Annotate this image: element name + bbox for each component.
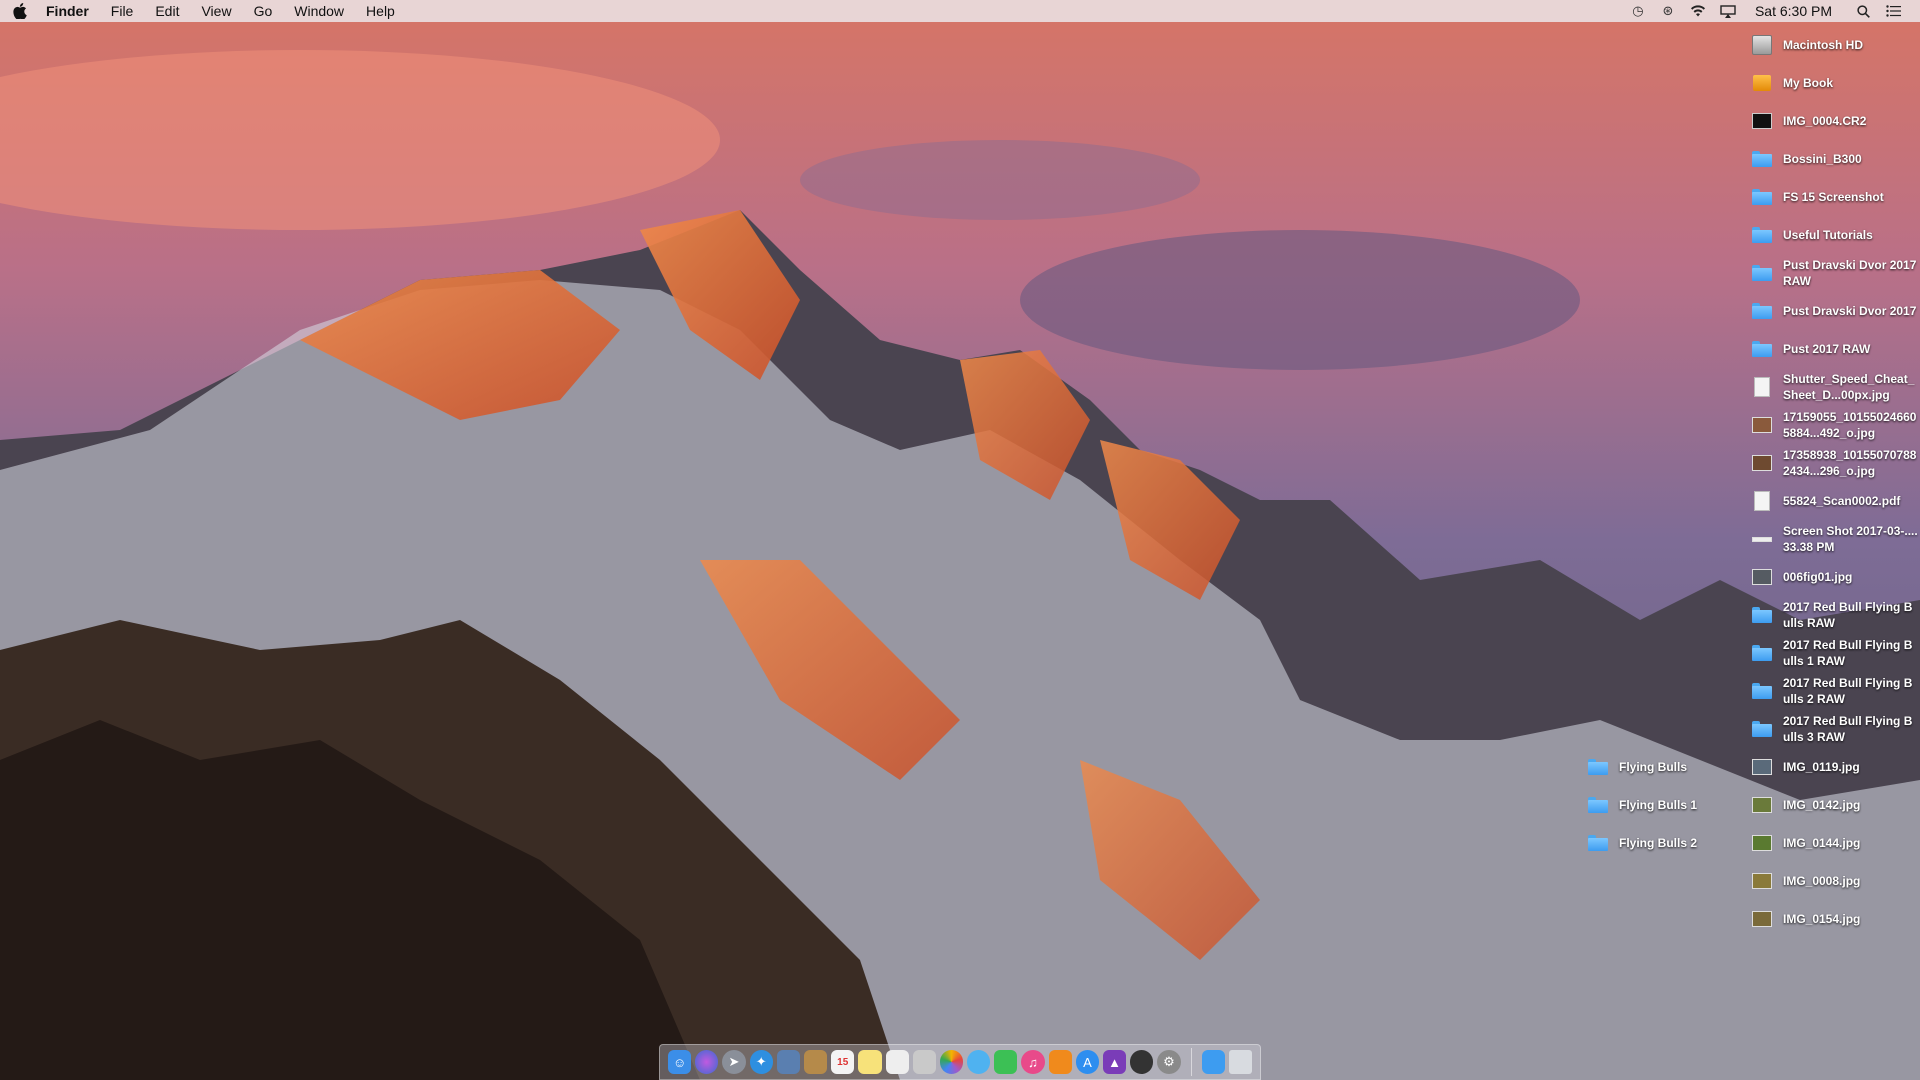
- stickies-icon[interactable]: [858, 1050, 882, 1074]
- folder-icon: [1588, 832, 1608, 854]
- trash-icon[interactable]: [1228, 1050, 1252, 1074]
- desktop-file-img-0008[interactable]: IMG_0008.jpg: [1752, 863, 1920, 899]
- folder-icon: [1752, 718, 1772, 740]
- notification-center-icon[interactable]: [1878, 0, 1908, 22]
- desktop-icons-right-column: Macintosh HD My Book IMG_0004.CR2 Bossin…: [1752, 27, 1920, 933]
- desktop[interactable]: [0, 0, 1920, 1080]
- menu-app-name[interactable]: Finder: [40, 0, 100, 22]
- image-thumbnail-icon: [1752, 566, 1772, 588]
- desktop-folder-flying-bulls-1-raw[interactable]: 2017 Red Bull Flying Bulls 1 RAW: [1752, 635, 1920, 671]
- itunes-icon[interactable]: ♫: [1021, 1050, 1045, 1074]
- siri-icon[interactable]: [695, 1050, 719, 1074]
- desktop-file-img-0142[interactable]: IMG_0142.jpg: [1752, 787, 1920, 823]
- desktop-folder-pust-2017-raw[interactable]: Pust 2017 RAW: [1752, 331, 1920, 367]
- ibooks-icon[interactable]: [1048, 1050, 1072, 1074]
- app-store-icon[interactable]: A: [1075, 1050, 1099, 1074]
- menubar-clock[interactable]: Sat 6:30 PM: [1743, 3, 1848, 19]
- menu-window[interactable]: Window: [283, 0, 355, 22]
- folder-icon: [1752, 300, 1772, 322]
- bluetooth-icon[interactable]: ⊛: [1653, 0, 1683, 22]
- folder-icon: [1752, 148, 1772, 170]
- folder-icon: [1752, 604, 1772, 626]
- desktop-folder-flying-bulls-3-raw[interactable]: 2017 Red Bull Flying Bulls 3 RAW: [1752, 711, 1920, 747]
- folder-icon: [1752, 642, 1772, 664]
- menu-file[interactable]: File: [100, 0, 145, 22]
- airplay-icon[interactable]: [1713, 0, 1743, 22]
- desktop-icons-left-column: Flying Bulls Flying Bulls 1 Flying Bulls…: [1588, 749, 1748, 861]
- dock: ☺ ➤ ✦ 15 ♫ A ▲ ⚙: [659, 1044, 1261, 1080]
- desktop-file-img-0144[interactable]: IMG_0144.jpg: [1752, 825, 1920, 861]
- hard-drive-icon: [1752, 34, 1772, 56]
- mountain-wallpaper: [0, 0, 1920, 1080]
- folder-icon: [1588, 794, 1608, 816]
- image-thumbnail-icon: [1752, 870, 1772, 892]
- desktop-folder-flying-bulls-raw[interactable]: 2017 Red Bull Flying Bulls RAW: [1752, 597, 1920, 633]
- desktop-file-shutter-speed-sheet[interactable]: Shutter_Speed_Cheat_Sheet_D...00px.jpg: [1752, 369, 1920, 405]
- desktop-folder-flying-bulls-2[interactable]: Flying Bulls 2: [1588, 825, 1758, 861]
- desktop-folder-pust-dravski[interactable]: Pust Dravski Dvor 2017: [1752, 293, 1920, 329]
- launchpad-icon[interactable]: ➤: [722, 1050, 746, 1074]
- folder-icon: [1752, 680, 1772, 702]
- desktop-icon-macintosh-hd[interactable]: Macintosh HD: [1752, 27, 1920, 63]
- menu-help[interactable]: Help: [355, 0, 406, 22]
- desktop-file-55824-scan[interactable]: 55824_Scan0002.pdf: [1752, 483, 1920, 519]
- folder-icon: [1752, 338, 1772, 360]
- safari-icon[interactable]: ✦: [749, 1050, 773, 1074]
- screenshot-file-icon: [1752, 528, 1772, 550]
- desktop-file-img-0119[interactable]: IMG_0119.jpg: [1752, 749, 1920, 785]
- apple-menu-icon[interactable]: [0, 0, 40, 22]
- downloads-folder-icon[interactable]: [1201, 1050, 1225, 1074]
- menu-go[interactable]: Go: [243, 0, 284, 22]
- desktop-folder-flying-bulls-1[interactable]: Flying Bulls 1: [1588, 787, 1758, 823]
- folder-icon: [1752, 224, 1772, 246]
- facetime-icon[interactable]: [994, 1050, 1018, 1074]
- desktop-folder-flying-bulls-2-raw[interactable]: 2017 Red Bull Flying Bulls 2 RAW: [1752, 673, 1920, 709]
- time-machine-icon[interactable]: ◷: [1623, 0, 1653, 22]
- menu-view[interactable]: View: [190, 0, 242, 22]
- folder-icon: [1752, 262, 1772, 284]
- menu-edit[interactable]: Edit: [144, 0, 190, 22]
- notes-folder-icon[interactable]: [803, 1050, 828, 1074]
- folder-icon: [1752, 186, 1772, 208]
- system-preferences-icon[interactable]: ⚙: [1157, 1050, 1181, 1074]
- camera-app-icon[interactable]: [1130, 1050, 1154, 1074]
- external-drive-icon: [1752, 72, 1772, 94]
- image-thumbnail-icon: [1752, 908, 1772, 930]
- desktop-file-006fig01[interactable]: 006fig01.jpg: [1752, 559, 1920, 595]
- photos-preview-icon[interactable]: [912, 1050, 936, 1074]
- finder-icon[interactable]: ☺: [668, 1050, 692, 1074]
- desktop-folder-flying-bulls[interactable]: Flying Bulls: [1588, 749, 1758, 785]
- desktop-folder-fs15-screenshot[interactable]: FS 15 Screenshot: [1752, 179, 1920, 215]
- menu-bar: Finder File Edit View Go Window Help ◷ ⊛…: [0, 0, 1920, 22]
- reminders-icon[interactable]: [885, 1050, 909, 1074]
- desktop-folder-bossini[interactable]: Bossini_B300: [1752, 141, 1920, 177]
- wifi-icon[interactable]: [1683, 0, 1713, 22]
- raw-image-icon: [1752, 110, 1772, 132]
- preview-icon[interactable]: [776, 1050, 800, 1074]
- spotlight-search-icon[interactable]: [1848, 0, 1878, 22]
- image-file-icon: [1752, 376, 1772, 398]
- pdf-document-icon: [1752, 490, 1772, 512]
- image-thumbnail-icon: [1752, 414, 1772, 436]
- desktop-file-img-0154[interactable]: IMG_0154.jpg: [1752, 901, 1920, 937]
- affinity-photo-icon[interactable]: ▲: [1103, 1050, 1127, 1074]
- desktop-file-screen-shot[interactable]: Screen Shot 2017-03-....33.38 PM: [1752, 521, 1920, 557]
- desktop-folder-useful-tutorials[interactable]: Useful Tutorials: [1752, 217, 1920, 253]
- desktop-folder-pust-dravski-raw[interactable]: Pust Dravski Dvor 2017 RAW: [1752, 255, 1920, 291]
- desktop-icon-my-book[interactable]: My Book: [1752, 65, 1920, 101]
- desktop-file-17358938[interactable]: 17358938_101550707882434...296_o.jpg: [1752, 445, 1920, 481]
- desktop-icon-img-0004-cr2[interactable]: IMG_0004.CR2: [1752, 103, 1920, 139]
- image-thumbnail-icon: [1752, 452, 1772, 474]
- calendar-icon[interactable]: 15: [831, 1050, 855, 1074]
- desktop-file-17159055[interactable]: 17159055_101550246605884...492_o.jpg: [1752, 407, 1920, 443]
- messages-icon[interactable]: [967, 1050, 991, 1074]
- folder-icon: [1588, 756, 1608, 778]
- dock-separator: [1190, 1048, 1192, 1076]
- photos-icon[interactable]: [939, 1050, 964, 1074]
